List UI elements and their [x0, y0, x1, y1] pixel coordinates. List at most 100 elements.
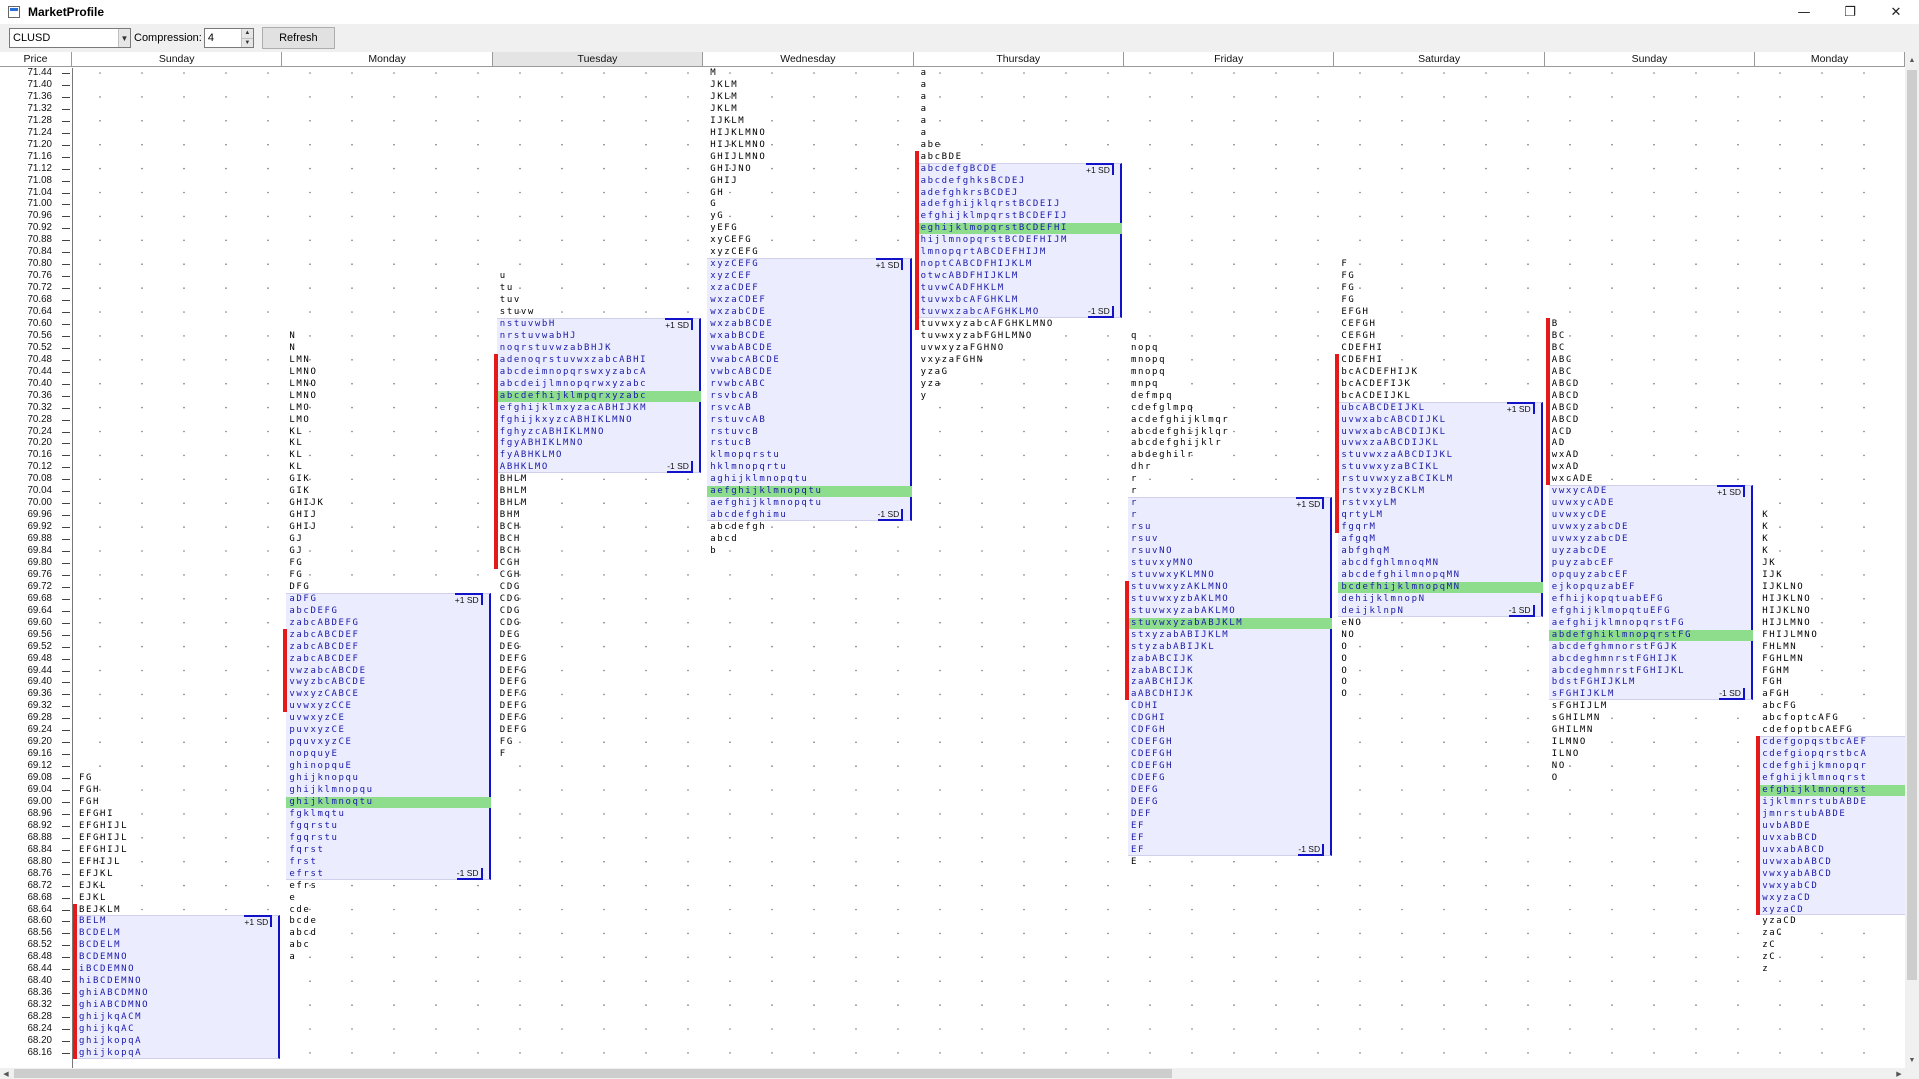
tpo-row: yzaG — [920, 366, 949, 377]
grid-dot — [1065, 1052, 1067, 1054]
grid-dot — [1863, 167, 1865, 170]
grid-dot — [687, 956, 689, 959]
grid-dot — [1065, 382, 1067, 385]
compression-value[interactable]: 4 — [205, 32, 241, 44]
grid-dot — [1107, 1004, 1109, 1006]
vertical-scroll-thumb[interactable] — [1907, 70, 1917, 980]
grid-dot — [1317, 382, 1319, 385]
grid-dot — [519, 143, 521, 146]
grid-dot — [1233, 1004, 1235, 1006]
price-label: 70.20 — [27, 437, 52, 449]
grid-dot — [393, 932, 395, 935]
tpo-row: O — [1341, 665, 1349, 676]
day-header[interactable]: Friday — [1124, 52, 1335, 67]
symbol-dropdown[interactable]: CLUSD ▼ — [9, 28, 131, 48]
price-label: 70.68 — [27, 294, 52, 306]
grid-dot — [1863, 215, 1865, 218]
grid-dot — [1611, 789, 1613, 791]
grid-dot — [813, 717, 815, 720]
tpo-row: DEFG — [499, 677, 528, 688]
chevron-down-icon[interactable]: ▼ — [118, 29, 130, 47]
grid-dot — [729, 717, 731, 720]
grid-dot — [981, 406, 983, 409]
vertical-scrollbar[interactable]: ▲ ▼ — [1905, 52, 1919, 1068]
stepper-down-icon[interactable]: ▼ — [241, 38, 253, 47]
grid-dot — [393, 406, 395, 409]
grid-dot — [1821, 167, 1823, 170]
grid-dot — [351, 956, 353, 959]
grid-dot — [1737, 263, 1739, 265]
day-header[interactable]: Sunday — [1544, 52, 1756, 67]
grid-dot — [1485, 1028, 1487, 1030]
grid-dot — [1485, 239, 1487, 242]
tpo-row: ABCD — [1551, 402, 1580, 413]
day-header[interactable]: Sunday — [72, 52, 283, 67]
grid-dot — [1149, 1004, 1151, 1006]
price-tick — [62, 228, 70, 230]
grid-dot — [1317, 1028, 1319, 1030]
grid-dot — [1611, 263, 1613, 265]
grid-dot — [141, 191, 143, 194]
scroll-left-icon[interactable]: ◀ — [0, 1068, 12, 1079]
grid-dot — [99, 215, 101, 218]
grid-dot — [1527, 693, 1529, 696]
horizontal-scroll-thumb[interactable] — [14, 1069, 1172, 1078]
price-header[interactable]: Price — [0, 52, 72, 67]
grid-dot — [813, 669, 815, 672]
grid-dot — [267, 717, 269, 720]
stepper-up-icon[interactable]: ▲ — [241, 29, 253, 39]
day-header[interactable]: Tuesday — [492, 52, 704, 67]
grid-dot — [1317, 72, 1319, 74]
grid-dot — [1401, 860, 1403, 863]
grid-dot — [771, 598, 773, 600]
tpo-row: FGH — [79, 796, 101, 807]
grid-dot — [1527, 143, 1529, 146]
grid-dot — [687, 1052, 689, 1054]
scroll-right-icon[interactable]: ▶ — [1893, 1068, 1905, 1079]
grid-dot — [1443, 263, 1445, 265]
market-profile-grid[interactable]: Price Sunday Monday Tuesday Wednesday Thursd… — [0, 52, 1905, 1068]
grid-dot — [1401, 72, 1403, 74]
grid-dot — [981, 72, 983, 74]
grid-dot — [1527, 96, 1529, 98]
compression-stepper[interactable]: 4 ▲ ▼ — [203, 28, 254, 48]
close-button[interactable]: ✕ — [1873, 0, 1919, 24]
tpo-row: yzaCD — [1762, 916, 1798, 927]
grid-dot — [1107, 669, 1109, 672]
horizontal-scrollbar[interactable]: ◀ ▶ — [0, 1068, 1905, 1079]
scroll-down-icon[interactable]: ▼ — [1905, 1052, 1919, 1068]
day-header[interactable]: Saturday — [1334, 52, 1545, 67]
tpo-row: wxabBCDE — [710, 330, 767, 341]
price-label: 70.48 — [27, 353, 52, 365]
grid-dot — [141, 669, 143, 672]
scroll-up-icon[interactable]: ▲ — [1905, 52, 1919, 68]
day-header[interactable]: Monday — [1755, 52, 1905, 67]
grid-dot — [939, 454, 941, 457]
price-label: 70.40 — [27, 377, 52, 389]
grid-dot — [687, 884, 689, 887]
minimize-button[interactable]: — — [1781, 0, 1827, 24]
grid-dot — [771, 860, 773, 863]
day-header[interactable]: Monday — [282, 52, 493, 67]
grid-dot — [267, 96, 269, 98]
day-header[interactable]: Wednesday — [703, 52, 914, 67]
grid-dot — [1317, 359, 1319, 361]
grid-dot — [1317, 884, 1319, 887]
refresh-button[interactable]: Refresh — [261, 27, 335, 49]
grid-dot — [393, 335, 395, 337]
price-tick — [62, 180, 70, 182]
grid-dot — [1023, 908, 1025, 911]
grid-dot — [477, 96, 479, 98]
grid-dot — [1401, 645, 1403, 648]
maximize-button[interactable]: ❐ — [1827, 0, 1873, 24]
grid-dot — [393, 143, 395, 146]
day-header[interactable]: Thursday — [913, 52, 1124, 67]
grid-dot — [435, 430, 437, 433]
grid-dot — [1821, 932, 1823, 935]
grid-dot — [1023, 72, 1025, 74]
tpo-row: BHLM — [499, 474, 528, 485]
grid-dot — [1695, 215, 1697, 218]
grid-dot — [897, 956, 899, 959]
grid-dot — [1191, 1052, 1193, 1054]
grid-dot — [981, 741, 983, 743]
